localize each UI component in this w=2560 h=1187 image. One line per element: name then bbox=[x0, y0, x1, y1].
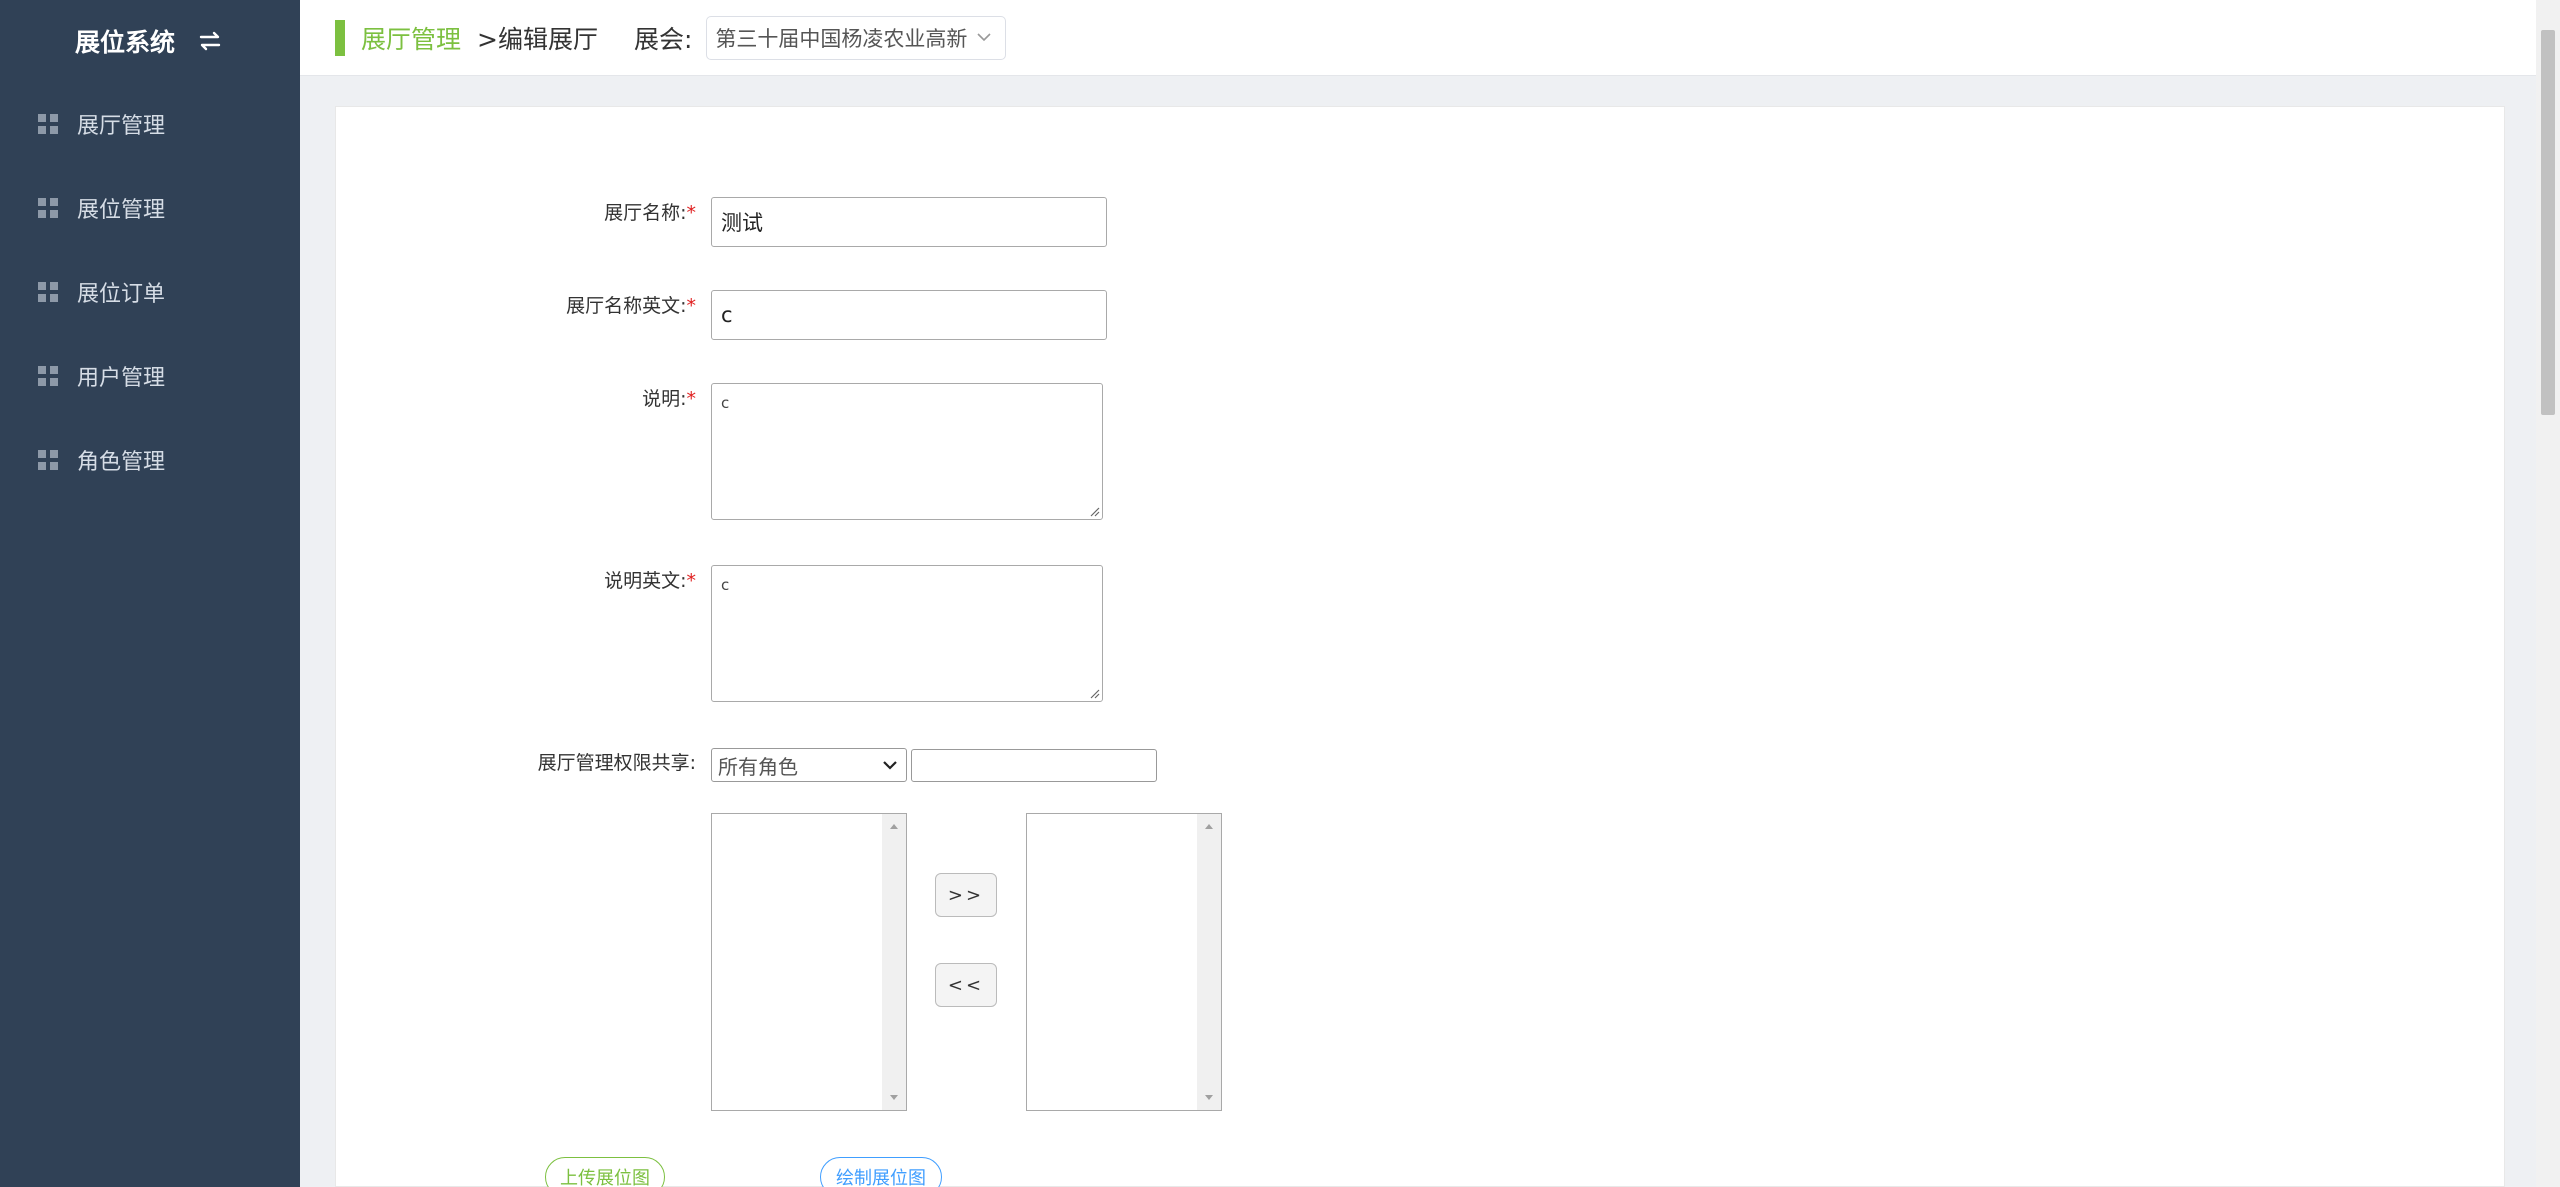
hall-name-input[interactable]: 测试 bbox=[711, 197, 1107, 247]
grid-icon bbox=[38, 366, 58, 386]
list-scrollbar[interactable] bbox=[1197, 814, 1221, 1110]
sidebar: 展位系统 展厅管理 展位管理 展位订单 用户管理 角色管理 bbox=[0, 0, 300, 1187]
header-accent-bar bbox=[335, 19, 345, 56]
scroll-up-icon[interactable] bbox=[1204, 822, 1214, 830]
scroll-up-icon[interactable] bbox=[889, 822, 899, 830]
expo-select[interactable]: 第三十届中国杨凌农业高新 bbox=[706, 15, 1007, 60]
move-left-button[interactable]: << bbox=[935, 963, 997, 1007]
brand-title: 展位系统 bbox=[74, 28, 175, 57]
desc-label-text: 说明: bbox=[642, 388, 687, 410]
breadcrumb-hall[interactable]: 展厅管理 bbox=[361, 20, 461, 56]
breadcrumb-current: >编辑展厅 bbox=[477, 24, 598, 54]
role-search-input[interactable] bbox=[911, 749, 1157, 782]
brand: 展位系统 bbox=[0, 0, 300, 82]
move-right-button[interactable]: >> bbox=[935, 873, 997, 917]
chevron-down-icon bbox=[977, 32, 991, 41]
expo-select-value: 第三十届中国杨凌农业高新 bbox=[715, 26, 968, 51]
sidebar-item-orders[interactable]: 展位订单 bbox=[0, 250, 300, 334]
required-mark: * bbox=[686, 295, 697, 317]
header: 展厅管理 >编辑展厅 展会: 第三十届中国杨凌农业高新 bbox=[300, 0, 2536, 76]
required-mark: * bbox=[686, 202, 697, 224]
available-roles-list[interactable] bbox=[711, 813, 907, 1111]
name-label: 展厅名称:* bbox=[336, 198, 696, 225]
selected-roles-list[interactable] bbox=[1026, 813, 1222, 1111]
sidebar-item-label: 用户管理 bbox=[77, 366, 166, 391]
hall-name-en-value: c bbox=[721, 303, 733, 327]
resize-grip-icon[interactable] bbox=[1088, 687, 1100, 699]
upload-floorplan-button[interactable]: 上传展位图 bbox=[545, 1157, 665, 1187]
required-mark: * bbox=[686, 388, 697, 410]
description-en-textarea[interactable]: c bbox=[711, 565, 1103, 702]
grid-icon bbox=[38, 114, 58, 134]
draw-floorplan-button[interactable]: 绘制展位图 bbox=[820, 1157, 942, 1187]
sidebar-item-label: 角色管理 bbox=[77, 450, 166, 475]
sidebar-item-roles[interactable]: 角色管理 bbox=[0, 418, 300, 502]
required-mark: * bbox=[686, 570, 697, 592]
grid-icon bbox=[38, 450, 58, 470]
desc-en-label: 说明英文:* bbox=[336, 566, 696, 593]
sidebar-item-label: 展位订单 bbox=[77, 282, 166, 307]
chevron-down-icon bbox=[883, 761, 897, 770]
hall-name-en-input[interactable]: c bbox=[711, 290, 1107, 340]
description-en-value: c bbox=[721, 576, 730, 594]
edit-hall-form: 展厅名称:* 测试 展厅名称英文:* c 说明:* c 说明英文:* c 展厅管… bbox=[335, 106, 2505, 1187]
sidebar-item-label: 展厅管理 bbox=[77, 114, 166, 139]
desc-en-label-text: 说明英文: bbox=[604, 570, 687, 592]
role-select[interactable]: 所有角色 bbox=[711, 748, 907, 782]
page-scrollbar-thumb[interactable] bbox=[2541, 30, 2555, 415]
grid-icon bbox=[38, 198, 58, 218]
sidebar-item-hall[interactable]: 展厅管理 bbox=[0, 82, 300, 166]
name-en-label: 展厅名称英文:* bbox=[336, 291, 696, 318]
scroll-down-icon[interactable] bbox=[889, 1094, 899, 1102]
grid-icon bbox=[38, 282, 58, 302]
description-textarea[interactable]: c bbox=[711, 383, 1103, 520]
description-value: c bbox=[721, 394, 730, 412]
scroll-down-icon[interactable] bbox=[1204, 1094, 1214, 1102]
sidebar-item-users[interactable]: 用户管理 bbox=[0, 334, 300, 418]
sidebar-item-label: 展位管理 bbox=[77, 198, 166, 223]
page-scrollbar[interactable] bbox=[2536, 0, 2560, 1187]
list-scrollbar[interactable] bbox=[882, 814, 906, 1110]
resize-grip-icon[interactable] bbox=[1088, 505, 1100, 517]
sidebar-item-booth[interactable]: 展位管理 bbox=[0, 166, 300, 250]
hall-name-value: 测试 bbox=[721, 211, 763, 235]
role-select-value: 所有角色 bbox=[718, 754, 798, 779]
desc-label: 说明:* bbox=[336, 384, 696, 411]
share-label: 展厅管理权限共享: bbox=[537, 752, 696, 774]
expo-label: 展会: bbox=[633, 24, 693, 54]
swap-icon[interactable] bbox=[195, 26, 225, 56]
name-label-text: 展厅名称: bbox=[604, 202, 687, 224]
name-en-label-text: 展厅名称英文: bbox=[566, 295, 687, 317]
